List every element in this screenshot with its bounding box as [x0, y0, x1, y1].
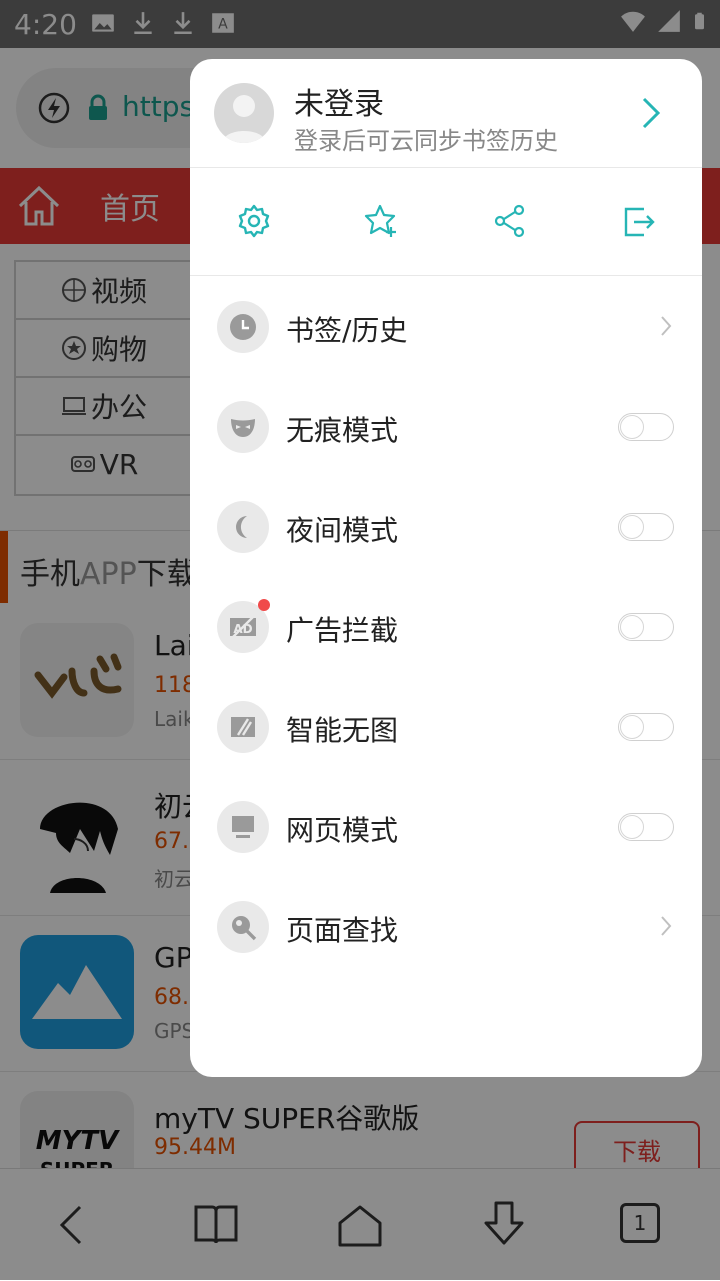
avatar	[214, 83, 274, 143]
menu-item-no-images[interactable]: 智能无图	[190, 677, 702, 777]
ad-block-toggle[interactable]	[618, 613, 674, 641]
chevron-right-icon	[661, 316, 672, 336]
no-images-toggle[interactable]	[618, 713, 674, 741]
chevron-right-icon	[642, 97, 661, 129]
menu-item-label: 广告拦截	[286, 614, 399, 647]
menu-item-label: 智能无图	[286, 714, 399, 747]
menu-item-label: 网页模式	[286, 814, 399, 847]
clock-icon	[217, 301, 269, 353]
menu-item-desktop-mode[interactable]: 网页模式	[190, 777, 702, 877]
night-mode-toggle[interactable]	[618, 513, 674, 541]
profile-subtitle: 登录后可云同步书签历史	[294, 127, 558, 155]
share-icon[interactable]	[492, 203, 528, 239]
no-image-icon	[217, 701, 269, 753]
search-icon	[217, 901, 269, 953]
add-bookmark-star-icon[interactable]	[364, 203, 400, 239]
menu-item-bookmarks-history[interactable]: 书签/历史	[190, 277, 702, 377]
menu-item-label: 夜间模式	[286, 514, 399, 547]
menu-item-night-mode[interactable]: 夜间模式	[190, 477, 702, 577]
chevron-right-icon	[661, 916, 672, 936]
profile-row[interactable]: 未登录 登录后可云同步书签历史	[190, 59, 702, 168]
moon-icon	[217, 501, 269, 553]
desktop-mode-toggle[interactable]	[618, 813, 674, 841]
mask-icon	[217, 401, 269, 453]
menu-item-label: 页面查找	[286, 914, 399, 947]
profile-name: 未登录	[294, 87, 384, 122]
menu-item-label: 书签/历史	[286, 314, 408, 347]
exit-icon[interactable]	[620, 203, 656, 239]
menu-item-ad-block[interactable]: AD 广告拦截	[190, 577, 702, 677]
browser-menu: 未登录 登录后可云同步书签历史 书签/历史 无痕模式 夜间模式 AD 广告拦截 …	[190, 59, 702, 1077]
notification-badge	[258, 599, 270, 611]
menu-item-find-in-page[interactable]: 页面查找	[190, 877, 702, 977]
menu-item-incognito[interactable]: 无痕模式	[190, 377, 702, 477]
quick-actions	[190, 167, 702, 276]
monitor-icon	[217, 801, 269, 853]
incognito-toggle[interactable]	[618, 413, 674, 441]
settings-gear-icon[interactable]	[236, 203, 272, 239]
menu-item-label: 无痕模式	[286, 414, 399, 447]
